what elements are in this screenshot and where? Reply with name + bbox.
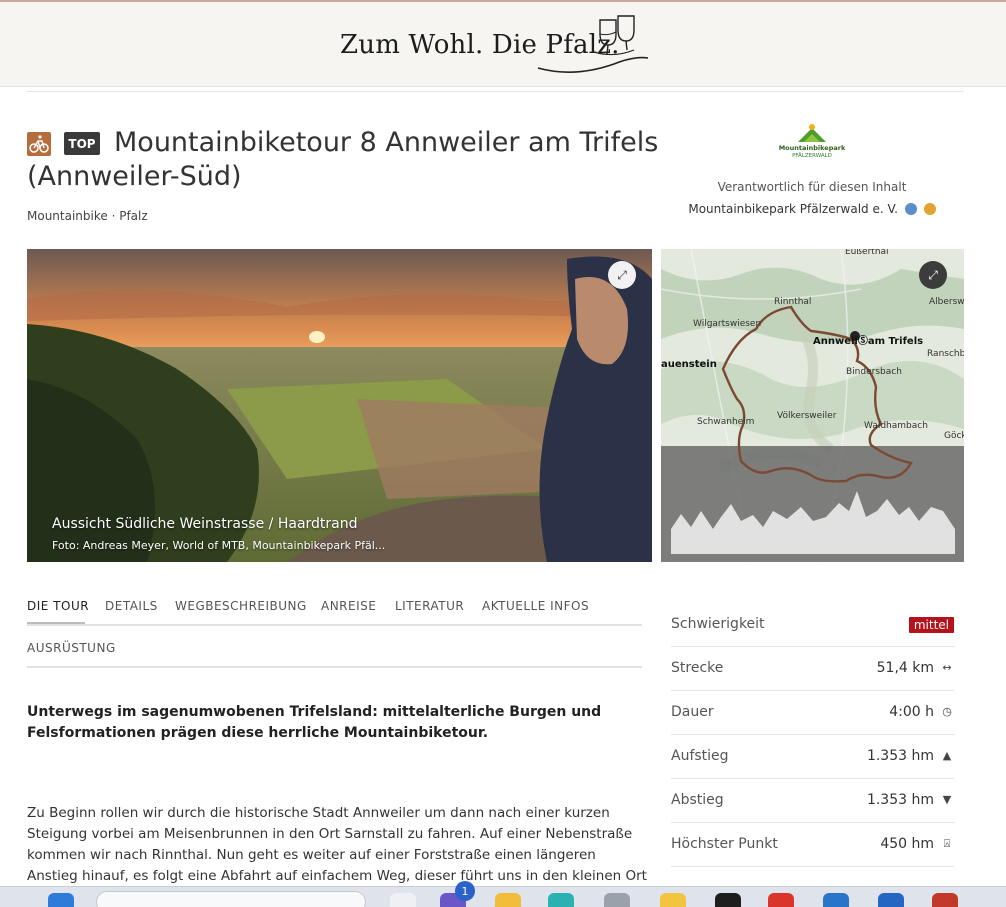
fact-label: Strecke: [671, 660, 724, 676]
tour-map[interactable]: Eußerthal Rinnthal Albersweil Wilgartswi…: [661, 249, 964, 562]
tour-facts: Schwierigkeit mittel Strecke 51,4 km ↔ D…: [671, 603, 954, 867]
active-tab-indicator: [27, 622, 85, 624]
fact-value: 450 hm: [880, 836, 934, 852]
tab-aktuelle-infos[interactable]: AKTUELLE INFOS: [482, 599, 589, 613]
partner-logo[interactable]: Mountainbikepark PFÄLZERWALD: [778, 122, 846, 162]
map-label-albersweiler: Albersweil: [929, 297, 964, 307]
tab-details[interactable]: DETAILS: [105, 599, 158, 613]
fact-label: Dauer: [671, 704, 714, 720]
map-label-wilgartswiesen: Wilgartswiesen: [693, 319, 762, 329]
fact-value: 1.353 hm: [866, 792, 934, 808]
fact-label: Schwierigkeit: [671, 616, 765, 632]
site-header: Zum Wohl. Die Pfalz.: [0, 0, 1006, 87]
verified-icon: [904, 203, 917, 215]
map-label-bindersbach: Bindersbach: [846, 367, 902, 377]
tab-bar-row2: AUSRÜSTUNG: [27, 641, 642, 668]
map-label-eusserthal: Eußerthal: [845, 249, 889, 257]
svg-text:Mountainbikepark: Mountainbikepark: [779, 144, 846, 152]
os-taskbar: 1: [0, 881, 1006, 907]
map-label-schwanheim: Schwanheim: [697, 417, 755, 427]
expand-image-button[interactable]: ⤢: [608, 261, 636, 289]
hero-image[interactable]: Aussicht Südliche Weinstrasse / Haardtra…: [27, 249, 652, 562]
app-icon[interactable]: [878, 893, 904, 907]
ascent-icon: ▲: [942, 749, 952, 762]
fact-difficulty: Schwierigkeit mittel: [671, 603, 954, 647]
fact-label: Abstieg: [671, 792, 724, 808]
file-explorer-icon[interactable]: [495, 893, 521, 907]
map-label-hauenstein: auenstein: [661, 359, 717, 370]
svg-text:PFÄLZERWALD: PFÄLZERWALD: [792, 152, 832, 159]
notification-badge-icon: 1: [455, 881, 475, 901]
app-icon[interactable]: [715, 893, 741, 907]
hero-credit: Foto: Andreas Meyer, World of MTB, Mount…: [52, 539, 386, 552]
tab-die-tour[interactable]: DIE TOUR: [27, 599, 89, 613]
fact-value: 4:00 h: [889, 704, 934, 720]
app-icon[interactable]: [823, 893, 849, 907]
fact-descent: Abstieg 1.353 hm ▼: [671, 779, 954, 823]
descent-icon: ▼: [942, 793, 952, 806]
wine-glasses-logo[interactable]: [534, 12, 652, 78]
map-label-waldhambach: Waldhambach: [864, 421, 928, 431]
tour-description: Zu Beginn rollen wir durch die historisc…: [27, 805, 647, 884]
map-label-voelkersweiler: Völkersweiler: [777, 411, 837, 421]
fact-highest-point: Höchster Punkt 450 hm ⍓: [671, 823, 954, 867]
map-label-ranschbach: Ranschbach: [927, 349, 964, 359]
map-canvas: [661, 249, 964, 562]
expand-icon: ⤢: [617, 267, 627, 282]
app-icon[interactable]: [932, 893, 958, 907]
difficulty-badge: mittel: [908, 617, 954, 633]
app-icon[interactable]: [660, 893, 686, 907]
summit-icon: ⍓: [943, 837, 951, 850]
tab-bar: DIE TOUR DETAILS WEGBESCHREIBUNG ANREISE…: [27, 598, 642, 626]
task-view-icon[interactable]: [390, 893, 416, 907]
windows-start-icon[interactable]: [48, 893, 74, 907]
tab-literatur[interactable]: LITERATUR: [395, 599, 464, 613]
app-icon[interactable]: [768, 893, 794, 907]
expand-map-button[interactable]: ⤢: [919, 261, 947, 289]
expand-icon: ⤢: [928, 267, 938, 282]
edge-icon[interactable]: [548, 893, 574, 907]
map-label-goecklingen: Göckli: [944, 431, 964, 441]
tab-ausruestung[interactable]: AUSRÜSTUNG: [27, 641, 116, 655]
divider: [27, 91, 964, 92]
map-label-annweiler: AnnweilⓈam Trifels: [813, 336, 924, 347]
fact-value: 51,4 km: [876, 660, 934, 676]
responsible-name-row: Mountainbikepark Pfälzerwald e. V.: [662, 202, 962, 216]
fact-value: 1.353 hm: [866, 748, 934, 764]
page-title: Mountainbiketour 8 Annweiler am Trifels …: [27, 127, 659, 192]
responsible-name[interactable]: Mountainbikepark Pfälzerwald e. V.: [688, 202, 898, 216]
fact-distance: Strecke 51,4 km ↔: [671, 647, 954, 691]
map-label-rinnthal: Rinnthal: [774, 297, 812, 307]
fact-ascent: Aufstieg 1.353 hm ▲: [671, 735, 954, 779]
clock-icon: ◷: [942, 705, 952, 718]
hero-caption: Aussicht Südliche Weinstrasse / Haardtra…: [52, 516, 358, 532]
pro-partner-icon: [923, 203, 936, 215]
fact-label: Aufstieg: [671, 748, 729, 764]
tab-wegbeschreibung[interactable]: WEGBESCHREIBUNG: [175, 599, 307, 613]
responsible-label: Verantwortlich für diesen Inhalt: [717, 180, 907, 194]
tour-category: Mountainbike · Pfalz: [27, 209, 148, 223]
tour-lead: Unterwegs im sagenumwobenen Trifelsland:…: [27, 704, 602, 741]
distance-icon: ↔: [942, 661, 952, 674]
fact-label: Höchster Punkt: [671, 836, 778, 852]
tab-anreise[interactable]: ANREISE: [321, 599, 376, 613]
fact-duration: Dauer 4:00 h ◷: [671, 691, 954, 735]
taskbar-search-input[interactable]: [96, 891, 366, 907]
app-icon[interactable]: [604, 893, 630, 907]
